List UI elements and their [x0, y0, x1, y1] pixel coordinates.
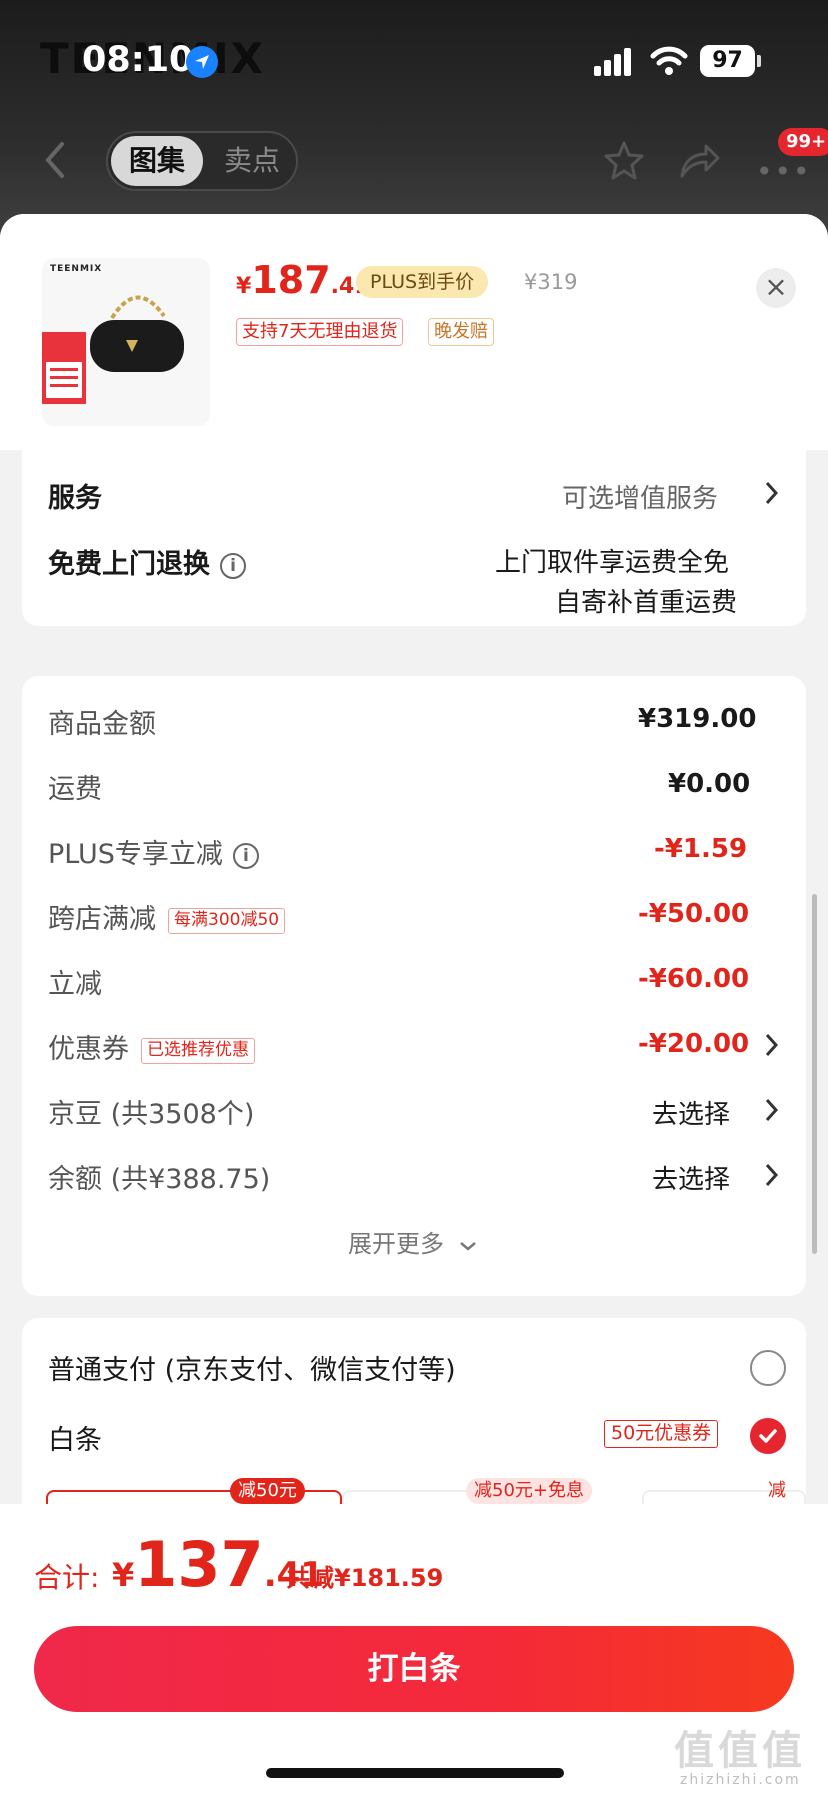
message-badge: 99+ [778, 128, 828, 156]
battery-tip [757, 55, 761, 67]
gallery-segment-control[interactable]: 图集 卖点 [106, 131, 298, 191]
product-thumbnail: TEENMIX [42, 258, 210, 426]
late-delivery-tag: 晚发赔 [428, 318, 494, 346]
close-button[interactable]: × [756, 268, 796, 308]
amount-row-label: 立减 [48, 969, 102, 1000]
normal-payment-radio[interactable] [750, 1350, 786, 1386]
balance-select[interactable]: 去选择 [652, 1159, 730, 1196]
service-card: 服务 可选增值服务 免费上门退换 i 上门取件享运费全免 自寄补首重运费 [22, 450, 806, 626]
cellular-signal-icon [594, 46, 634, 76]
location-arrow-icon [186, 46, 218, 78]
installment-tag: 减50元 [230, 1478, 305, 1504]
checkout-sheet: TEENMIX ¥187.41 PLUS到手价 ¥319 × 支持7天无理由退货… [0, 214, 828, 1796]
return-policy-tag: 支持7天无理由退货 [236, 318, 404, 346]
chevron-right-icon[interactable] [764, 1097, 780, 1123]
chevron-right-icon[interactable] [764, 1162, 780, 1188]
favorite-star-icon[interactable] [604, 140, 644, 180]
baitiao-radio-checked[interactable] [750, 1418, 786, 1454]
product-price: ¥187.41 [236, 258, 370, 302]
scrollbar[interactable] [812, 894, 817, 1254]
amount-row-label: 跨店满减 每满300减50 [48, 897, 286, 936]
free-return-line2: 自寄补首重运费 [555, 588, 738, 618]
home-indicator[interactable] [266, 1768, 564, 1778]
baitiao-label[interactable]: 白条 [48, 1418, 102, 1457]
watermark-logo: 值值值 [674, 1728, 806, 1774]
handbag-image [42, 295, 184, 404]
service-value[interactable]: 可选增值服务 [562, 478, 718, 515]
more-dots-icon[interactable]: ••• [756, 155, 812, 188]
expand-more-button[interactable]: 展开更多 [348, 1224, 478, 1259]
watermark-url: zhizhizhi.com [680, 1772, 801, 1788]
pay-with-baitiao-button[interactable]: 打白条 [34, 1626, 794, 1712]
service-label: 服务 [48, 483, 102, 514]
total-label: 合计: [34, 1561, 100, 1594]
amount-row-value: ¥319.00 [638, 704, 757, 734]
amount-row-label: 余额 (共¥388.75) [48, 1164, 271, 1195]
info-icon[interactable]: i [220, 552, 246, 579]
wifi-icon [650, 46, 688, 75]
normal-payment-label[interactable]: 普通支付 (京东支付、微信支付等) [48, 1348, 456, 1387]
chevron-right-icon[interactable] [764, 480, 780, 506]
chevron-down-icon [459, 1242, 476, 1251]
free-return-line1: 上门取件享运费全免 [495, 548, 730, 578]
promo-tag: 每满300减50 [168, 907, 286, 934]
amount-row-label: 运费 [48, 774, 102, 805]
tab-selling-points[interactable]: 卖点 [212, 136, 292, 186]
back-arrow-icon[interactable] [40, 140, 70, 180]
coupon-value[interactable]: -¥20.00 [638, 1029, 749, 1059]
amount-row-value: ¥0.00 [668, 769, 751, 799]
coupon-tag: 已选推荐优惠 [141, 1037, 255, 1064]
thumbnail-brand: TEENMIX [50, 264, 103, 274]
checkmark-icon [759, 1429, 777, 1443]
amount-row-value: -¥1.59 [654, 834, 748, 864]
amount-row-label: 京豆 (共3508个) [48, 1099, 255, 1130]
checkout-footer: 合计: ¥137.41 共减¥181.59 打白条 值值值 zhizhizhi.… [0, 1504, 828, 1796]
amount-row-label: 优惠券 已选推荐优惠 [48, 1027, 255, 1066]
tab-gallery[interactable]: 图集 [111, 136, 203, 186]
amount-row-value: -¥50.00 [638, 899, 750, 929]
amounts-card: 商品金额 ¥319.00 运费 ¥0.00 PLUS专享立减 i -¥1.59 跨… [22, 676, 806, 1296]
battery-indicator: 97 [700, 45, 755, 77]
free-return-label: 免费上门退换 i [48, 542, 246, 581]
installment-tag: 减 [768, 1480, 786, 1501]
amount-row-value: -¥60.00 [638, 964, 750, 994]
amount-row-label: PLUS专享立减 i [48, 832, 259, 871]
info-icon[interactable]: i [232, 842, 259, 869]
chevron-right-icon[interactable] [764, 1032, 780, 1058]
baitiao-coupon-tag: 50元优惠券 [604, 1420, 719, 1448]
amount-row-label: 商品金额 [48, 709, 156, 740]
installment-tag: 减50元+免息 [466, 1478, 592, 1504]
total-saving: 共减¥181.59 [286, 1564, 444, 1592]
plus-price-tag: PLUS到手价 [356, 266, 489, 298]
share-icon[interactable] [678, 140, 720, 180]
status-time: 08:10 [82, 40, 194, 80]
product-header: TEENMIX ¥187.41 PLUS到手价 ¥319 × 支持7天无理由退货… [0, 214, 828, 450]
jingdou-select[interactable]: 去选择 [652, 1094, 730, 1131]
original-price: ¥319 [524, 270, 578, 294]
